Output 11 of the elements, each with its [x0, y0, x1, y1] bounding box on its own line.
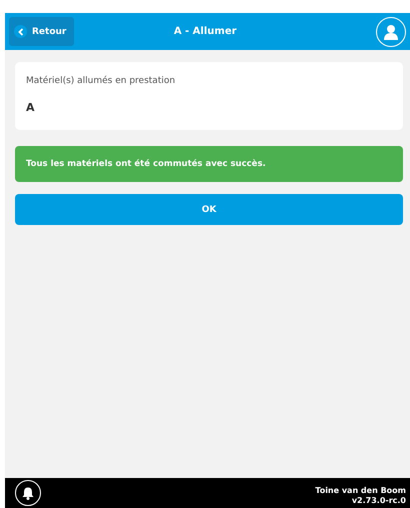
ok-button[interactable]: OK — [15, 194, 403, 225]
app-version: v2.73.0-rc.0 — [350, 496, 406, 506]
card-label: Matériel(s) allumés en prestation — [26, 76, 176, 86]
user-name: Toine van den Boom — [315, 486, 406, 496]
chevron-left-icon — [14, 25, 27, 38]
bell-icon[interactable] — [15, 480, 41, 506]
back-button[interactable]: Retour — [9, 17, 74, 46]
user-icon[interactable] — [376, 16, 406, 46]
card-value: A — [26, 101, 36, 114]
success-alert: Tous les matériels ont été commutés avec succès. — [15, 146, 403, 182]
page-title: A - Allumer — [172, 26, 238, 37]
